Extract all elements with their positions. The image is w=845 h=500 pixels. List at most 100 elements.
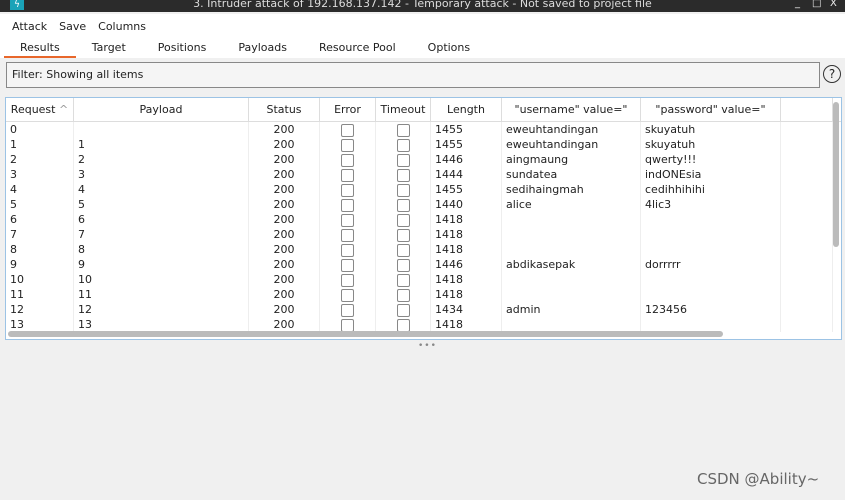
tab-payloads[interactable]: Payloads [222, 38, 303, 58]
table-cell [502, 242, 641, 257]
table-row[interactable]: 6 6 200 1418 [6, 212, 841, 227]
horizontal-scrollbar[interactable] [8, 331, 723, 337]
table-cell: 11 [6, 287, 74, 302]
help-icon[interactable]: ? [823, 65, 841, 83]
checkbox [341, 229, 354, 242]
checkbox-cell [376, 302, 431, 317]
menu-attack[interactable]: Attack [6, 14, 53, 38]
checkbox-cell [320, 287, 376, 302]
table-row[interactable]: 1 1 200 1455 eweuhtandingan skuyatuh [6, 137, 841, 152]
table-cell: admin [502, 302, 641, 317]
table-cell [502, 317, 641, 332]
table-cell: eweuhtandingan [502, 137, 641, 152]
checkbox-cell [376, 227, 431, 242]
table-row[interactable]: 2 2 200 1446 aingmaung qwerty!!! [6, 152, 841, 167]
column-password[interactable]: "password" value=" [641, 98, 781, 121]
table-cell: alice [502, 197, 641, 212]
column-request[interactable]: Request ^ [6, 98, 74, 121]
empty-cell [781, 122, 833, 137]
table-cell: indONEsia [641, 167, 781, 182]
table-row[interactable]: 5 5 200 1440 alice 4lic3 [6, 197, 841, 212]
tab-target[interactable]: Target [76, 38, 142, 58]
table-cell: 200 [249, 167, 320, 182]
checkbox-cell [376, 152, 431, 167]
tab-options[interactable]: Options [412, 38, 486, 58]
tab-resource-pool[interactable]: Resource Pool [303, 38, 412, 58]
table-cell: 10 [74, 272, 249, 287]
table-row[interactable]: 0 200 1455 eweuhtandingan skuyatuh [6, 122, 841, 137]
checkbox [341, 214, 354, 227]
column-error[interactable]: Error [320, 98, 376, 121]
checkbox-cell [376, 287, 431, 302]
checkbox-cell [376, 242, 431, 257]
table-cell: 10 [6, 272, 74, 287]
maximize-button[interactable]: □ [812, 0, 821, 9]
checkbox [396, 304, 410, 317]
table-cell: 12 [74, 302, 249, 317]
column-length[interactable]: Length [431, 98, 502, 121]
table-cell: aingmaung [502, 152, 641, 167]
table-row[interactable]: 12 12 200 1434 admin 123456 [6, 302, 841, 317]
table-cell: 200 [249, 242, 320, 257]
menu-columns[interactable]: Columns [92, 14, 152, 38]
checkbox [341, 274, 354, 287]
empty-cell [781, 152, 833, 167]
table-cell: 9 [6, 257, 74, 272]
checkbox-cell [376, 182, 431, 197]
table-cell: 200 [249, 122, 320, 137]
checkbox [396, 154, 410, 167]
table-cell: 13 [74, 317, 249, 332]
table-row[interactable]: 8 8 200 1418 [6, 242, 841, 257]
filter-bar[interactable]: Filter: Showing all items [6, 62, 820, 88]
table-cell: 2 [6, 152, 74, 167]
checkbox [341, 289, 354, 302]
table-cell [641, 242, 781, 257]
checkbox-cell [320, 302, 376, 317]
tab-positions[interactable]: Positions [142, 38, 223, 58]
table-row[interactable]: 9 9 200 1446 abdikasepak dorrrrr [6, 257, 841, 272]
checkbox [341, 304, 354, 317]
vertical-scrollbar[interactable] [833, 102, 839, 247]
table-row[interactable]: 10 10 200 1418 [6, 272, 841, 287]
column-payload[interactable]: Payload [74, 98, 249, 121]
split-pane-handle[interactable]: ••• [418, 341, 437, 351]
table-row[interactable]: 13 13 200 1418 [6, 317, 841, 332]
column-status[interactable]: Status [249, 98, 320, 121]
checkbox-cell [320, 227, 376, 242]
empty-cell [781, 242, 833, 257]
title-bar: ϟ 3. Intruder attack of 192.168.137.142 … [0, 0, 845, 12]
sort-ascending-icon: ^ [58, 103, 69, 116]
table-cell: 4 [6, 182, 74, 197]
table-row[interactable]: 11 11 200 1418 [6, 287, 841, 302]
checkbox [396, 229, 410, 242]
checkbox-cell [320, 317, 376, 332]
table-cell [641, 287, 781, 302]
table-row[interactable]: 3 3 200 1444 sundatea indONEsia [6, 167, 841, 182]
table-cell: eweuhtandingan [502, 122, 641, 137]
checkbox-cell [320, 257, 376, 272]
checkbox [341, 184, 354, 197]
table-cell [502, 212, 641, 227]
close-button[interactable]: X [830, 0, 837, 9]
column-timeout[interactable]: Timeout [376, 98, 431, 121]
table-cell: dorrrrr [641, 257, 781, 272]
table-cell: 0 [6, 122, 74, 137]
table-cell: 8 [74, 242, 249, 257]
table-row[interactable]: 4 4 200 1455 sedihaingmah cedihhihihi [6, 182, 841, 197]
checkbox [341, 199, 354, 212]
menu-save[interactable]: Save [53, 14, 92, 38]
table-cell: 200 [249, 227, 320, 242]
table-cell: 1418 [431, 227, 502, 242]
column-label: Request [10, 103, 56, 116]
tab-results[interactable]: Results [4, 38, 76, 58]
column-username[interactable]: "username" value=" [502, 98, 641, 121]
checkbox [396, 289, 410, 302]
table-cell: 1455 [431, 122, 502, 137]
minimize-button[interactable]: _ [795, 0, 800, 9]
checkbox [341, 139, 354, 152]
table-cell: 1444 [431, 167, 502, 182]
checkbox [396, 169, 410, 182]
table-row[interactable]: 7 7 200 1418 [6, 227, 841, 242]
checkbox-cell [320, 122, 376, 137]
table-cell: 1418 [431, 242, 502, 257]
